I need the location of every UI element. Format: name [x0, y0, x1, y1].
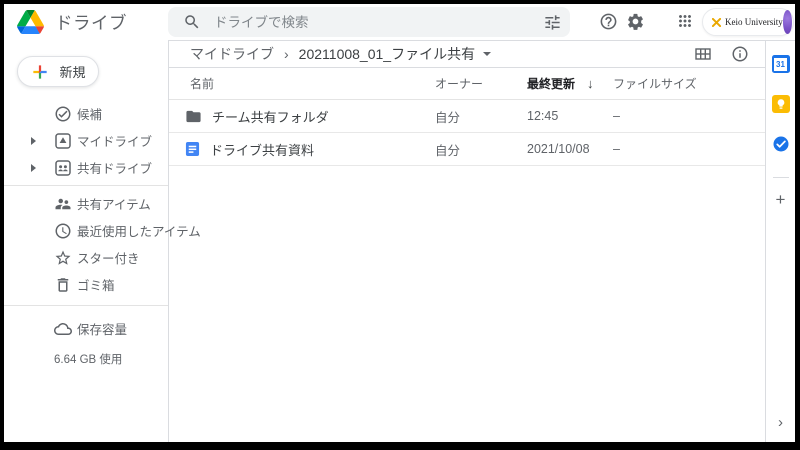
tasks-icon[interactable]	[772, 135, 790, 153]
body-row: 新規 候補 マイドライブ 共有ドライブ	[4, 40, 795, 442]
user-avatar[interactable]	[783, 10, 792, 34]
sidebar-item-label: 候補	[4, 104, 102, 123]
file-size: –	[613, 142, 765, 156]
column-header-modified-label: 最終更新	[527, 75, 575, 92]
sidebar-item-shared-with-me[interactable]: 共有アイテム	[4, 190, 168, 217]
org-logo-icon	[712, 18, 721, 27]
info-icon[interactable]	[731, 45, 749, 63]
sidebar-item-label: 最近使用したアイテム	[4, 221, 201, 240]
column-header-owner[interactable]: オーナー	[435, 75, 527, 92]
cloud-icon	[54, 320, 72, 338]
sidebar-item-suggested[interactable]: 候補	[4, 100, 168, 127]
side-panel: 31 + ›	[765, 40, 795, 442]
folder-menu-caret-icon[interactable]	[483, 52, 491, 56]
search-input[interactable]	[214, 15, 543, 30]
file-owner: 自分	[435, 107, 527, 126]
search-icon[interactable]	[183, 13, 201, 31]
shared-drives-icon	[54, 159, 72, 177]
file-name: チーム共有フォルダ	[212, 107, 329, 126]
help-icon[interactable]	[599, 12, 618, 31]
settings-gear-icon[interactable]	[626, 12, 645, 31]
top-app-bar: ドライブ Keio University	[4, 4, 795, 40]
breadcrumb-toolbar: マイドライブ › 20211008_01_ファイル共有	[169, 41, 765, 68]
expand-caret-icon[interactable]	[31, 164, 36, 172]
breadcrumb-separator-icon: ›	[284, 46, 289, 62]
calendar-day-number: 31	[774, 58, 787, 71]
sidebar-item-shared-drives[interactable]: 共有ドライブ	[4, 154, 168, 181]
new-button-label: 新規	[59, 62, 85, 81]
column-header-modified[interactable]: 最終更新 ↓	[527, 75, 613, 92]
search-options-tune-icon[interactable]	[543, 13, 562, 32]
table-row[interactable]: ドライブ共有資料 自分 2021/10/08 –	[169, 133, 765, 166]
sidebar-item-starred[interactable]: スター付き	[4, 244, 168, 271]
sidebar-item-storage[interactable]: 保存容量	[4, 315, 168, 342]
docs-icon	[185, 141, 200, 157]
left-sidebar: 新規 候補 マイドライブ 共有ドライブ	[4, 40, 168, 442]
apps-grid-icon[interactable]	[676, 12, 694, 30]
sidebar-divider	[4, 305, 168, 306]
people-icon	[54, 195, 72, 213]
search-bar[interactable]	[168, 7, 570, 37]
org-name: Keio University	[725, 17, 783, 27]
file-modified: 2021/10/08	[527, 142, 613, 156]
sidebar-item-label: マイドライブ	[4, 131, 152, 150]
keep-icon[interactable]	[772, 95, 790, 113]
trash-icon	[54, 276, 72, 294]
expand-caret-icon[interactable]	[31, 137, 36, 145]
sidebar-item-trash[interactable]: ゴミ箱	[4, 271, 168, 298]
drive-logo-icon[interactable]	[17, 10, 44, 34]
grid-view-icon[interactable]	[694, 45, 712, 63]
file-size: –	[613, 109, 765, 123]
sidebar-item-label: 共有ドライブ	[4, 158, 152, 177]
check-circle-icon	[54, 105, 72, 123]
table-header-row: 名前 オーナー 最終更新 ↓ ファイルサイズ	[169, 68, 765, 100]
folder-icon	[185, 108, 202, 125]
calendar-icon[interactable]: 31	[772, 55, 790, 73]
file-name: ドライブ共有資料	[210, 140, 314, 159]
new-plus-icon	[30, 62, 50, 82]
side-panel-divider	[773, 177, 789, 178]
account-badge[interactable]: Keio University	[702, 8, 794, 36]
main-content: マイドライブ › 20211008_01_ファイル共有 名前 オーナー	[168, 40, 765, 442]
file-owner: 自分	[435, 140, 527, 159]
sidebar-item-my-drive[interactable]: マイドライブ	[4, 127, 168, 154]
storage-used-text: 6.64 GB 使用	[4, 351, 168, 367]
sidebar-divider	[4, 185, 168, 186]
screenshot-frame: ドライブ Keio University	[0, 0, 800, 450]
drive-window: ドライブ Keio University	[4, 4, 795, 442]
sidebar-item-recent[interactable]: 最近使用したアイテム	[4, 217, 168, 244]
table-row[interactable]: チーム共有フォルダ 自分 12:45 –	[169, 100, 765, 133]
breadcrumb-root[interactable]: マイドライブ	[190, 44, 274, 64]
clock-icon	[54, 222, 72, 240]
app-title: ドライブ	[55, 10, 127, 35]
sidebar-item-label: 共有アイテム	[4, 194, 151, 213]
sort-descending-arrow-icon[interactable]: ↓	[587, 76, 594, 91]
column-header-name[interactable]: 名前	[185, 75, 435, 92]
star-icon	[54, 249, 72, 267]
add-addon-plus-icon[interactable]: +	[776, 191, 786, 208]
breadcrumb-current[interactable]: 20211008_01_ファイル共有	[299, 44, 475, 64]
my-drive-icon	[54, 132, 72, 150]
collapse-panel-chevron-icon[interactable]: ›	[778, 415, 783, 430]
column-header-size[interactable]: ファイルサイズ	[613, 75, 765, 92]
file-modified: 12:45	[527, 109, 613, 123]
new-button[interactable]: 新規	[17, 56, 99, 87]
